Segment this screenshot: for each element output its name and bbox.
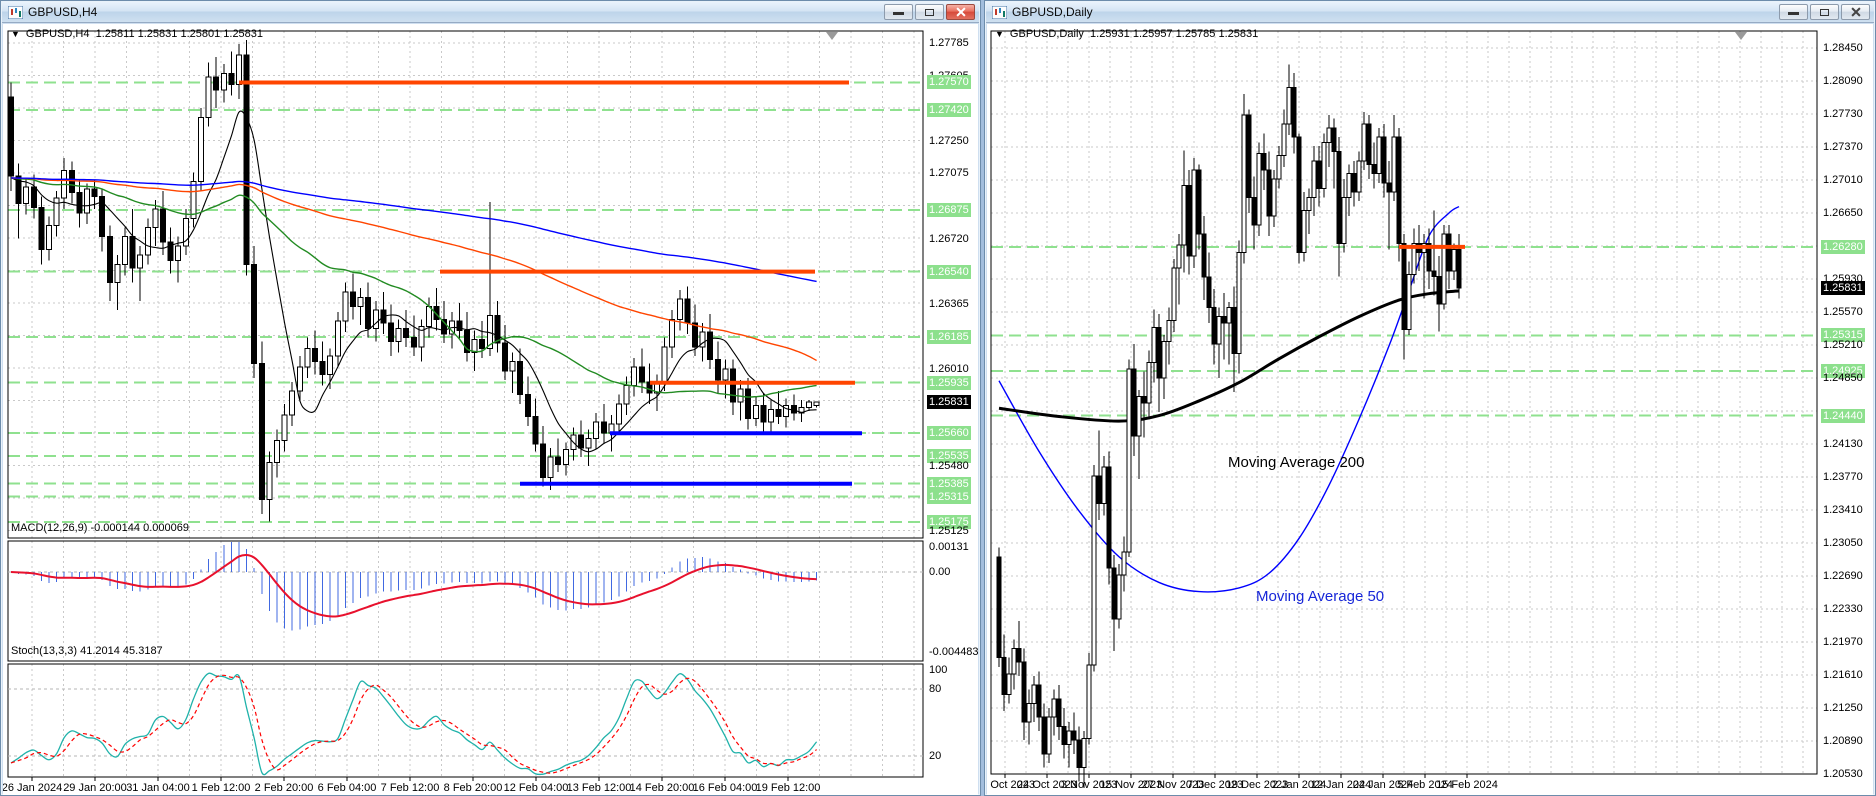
price-axis-label: 20 bbox=[929, 749, 942, 762]
level-price-label: 1.25315 bbox=[927, 489, 971, 504]
price-axis-label: 1.27370 bbox=[1823, 141, 1863, 153]
minimize-button[interactable] bbox=[884, 4, 913, 20]
level-price-label: 1.27420 bbox=[927, 103, 971, 118]
chart-icon bbox=[8, 5, 23, 19]
time-axis-label: 13 Feb 12:00 bbox=[566, 782, 632, 794]
price-axis-label: 1.26010 bbox=[929, 362, 969, 375]
time-axis-label: 29 Jan 20:00 bbox=[63, 782, 127, 794]
daily-chart-canvas[interactable] bbox=[987, 24, 1873, 795]
price-axis-label: 0.00131 bbox=[929, 541, 969, 553]
price-axis-label: 1.22690 bbox=[1823, 570, 1863, 583]
ohlc-header[interactable]: ▼ GBPUSD,Daily 1.25931 1.25957 1.25785 1.… bbox=[995, 28, 1258, 40]
price-axis-label: 100 bbox=[929, 664, 948, 676]
stoch-label: Stoch(13,3,3) 41.2014 45.3187 bbox=[11, 645, 163, 657]
ohlc-values: 1.25811 1.25831 1.25801 1.25831 bbox=[95, 28, 264, 40]
price-axis-label: 1.23410 bbox=[1823, 504, 1863, 517]
level-price-label: 1.26280 bbox=[1821, 239, 1865, 254]
price-axis-label: 1.27075 bbox=[929, 167, 969, 180]
level-price-label: 1.26875 bbox=[927, 203, 971, 218]
price-axis-label: 1.27785 bbox=[929, 37, 969, 49]
price-axis-label: 1.23050 bbox=[1823, 537, 1863, 550]
price-axis-label: 1.27250 bbox=[929, 135, 969, 148]
close-icon bbox=[1842, 5, 1869, 19]
close-icon bbox=[947, 5, 974, 19]
current-price-badge: 1.25831 bbox=[927, 394, 971, 409]
price-axis-label: 1.26650 bbox=[1823, 207, 1863, 219]
ohlc-values: 1.25931 1.25957 1.25785 1.25831 bbox=[1090, 28, 1259, 40]
level-price-label: 1.26185 bbox=[927, 329, 971, 344]
price-axis-label: 1.25570 bbox=[1823, 306, 1863, 318]
time-axis-label: 31 Jan 04:00 bbox=[126, 782, 190, 794]
ohlc-symbol: GBPUSD,H4 bbox=[25, 28, 90, 40]
price-axis-label: 1.24850 bbox=[1823, 372, 1863, 384]
minimize-icon bbox=[1788, 12, 1799, 15]
price-axis-label: 1.26720 bbox=[929, 232, 969, 245]
time-axis-label: 15 Feb 2024 bbox=[1436, 779, 1498, 791]
time-axis-label: 19 Feb 12:00 bbox=[755, 782, 821, 794]
price-axis-label: 1.28090 bbox=[1823, 75, 1863, 87]
price-axis-label: 0.00 bbox=[929, 566, 951, 578]
level-price-label: 1.26540 bbox=[927, 264, 971, 279]
price-axis-label: 1.24130 bbox=[1823, 438, 1863, 450]
level-price-label: 1.25660 bbox=[927, 426, 971, 441]
macd-label: MACD(12,26,9) -0.000144 0.000069 bbox=[11, 522, 189, 534]
window-titlebar[interactable]: GBPUSD,H4 bbox=[2, 2, 979, 23]
price-axis-label: 1.26365 bbox=[929, 297, 969, 310]
symbol-dropdown-icon[interactable]: ▼ bbox=[11, 29, 20, 39]
time-axis-label: 2 Feb 20:00 bbox=[254, 782, 314, 794]
level-price-label: 1.25935 bbox=[927, 375, 971, 390]
level-price-label: 1.24440 bbox=[1821, 408, 1865, 423]
minimize-icon bbox=[893, 12, 904, 15]
ohlc-symbol: GBPUSD,Daily bbox=[1009, 28, 1084, 40]
price-axis-label: 1.25125 bbox=[929, 525, 969, 538]
price-axis-label: 1.27730 bbox=[1823, 108, 1863, 120]
level-price-label: 1.27570 bbox=[927, 75, 971, 90]
time-axis-label: 14 Feb 20:00 bbox=[629, 782, 695, 794]
ma50-annotation: Moving Average 50 bbox=[1256, 588, 1385, 605]
minimize-button[interactable] bbox=[1779, 4, 1808, 20]
chart-icon bbox=[992, 5, 1007, 19]
time-axis-label: 6 Feb 04:00 bbox=[317, 782, 377, 794]
price-axis-label: -0.004483 bbox=[929, 646, 978, 658]
time-axis-label: 26 Jan 2024 bbox=[3, 782, 63, 794]
time-axis-label: 1 Feb 12:00 bbox=[191, 782, 251, 794]
time-axis-label: 8 Feb 20:00 bbox=[443, 782, 503, 794]
price-axis-label: 1.21610 bbox=[1823, 669, 1863, 682]
chart-area-daily[interactable]: ▼ GBPUSD,Daily 1.25931 1.25957 1.25785 1.… bbox=[987, 24, 1873, 795]
time-axis-label: 7 Feb 12:00 bbox=[380, 782, 440, 794]
chart-window-gbpusd-h4[interactable]: GBPUSD,H4 ▼ GBPUSD,H4 1.25811 1.25831 1.2… bbox=[0, 0, 981, 796]
window-title: GBPUSD,H4 bbox=[28, 5, 98, 19]
close-button[interactable] bbox=[1841, 4, 1870, 20]
chart-area-h4[interactable]: ▼ GBPUSD,H4 1.25811 1.25831 1.25801 1.258… bbox=[3, 24, 978, 795]
close-button[interactable] bbox=[946, 4, 975, 20]
price-axis-label: 1.25480 bbox=[929, 460, 969, 473]
price-axis-label: 80 bbox=[929, 683, 942, 696]
ohlc-header[interactable]: ▼ GBPUSD,H4 1.25811 1.25831 1.25801 1.258… bbox=[11, 28, 263, 40]
price-axis-label: 1.23770 bbox=[1823, 471, 1863, 483]
restore-button[interactable] bbox=[915, 4, 944, 20]
window-titlebar[interactable]: GBPUSD,Daily bbox=[986, 2, 1874, 23]
restore-button[interactable] bbox=[1810, 4, 1839, 20]
chart-window-gbpusd-daily[interactable]: GBPUSD,Daily ▼ GBPUSD,Daily 1.25931 1.259… bbox=[984, 0, 1876, 796]
price-axis-label: 1.20530 bbox=[1823, 768, 1863, 781]
price-axis-label: 1.27010 bbox=[1823, 174, 1863, 186]
price-axis-label: 1.20890 bbox=[1823, 735, 1863, 748]
time-axis-label: 12 Feb 04:00 bbox=[503, 782, 569, 794]
window-title: GBPUSD,Daily bbox=[1012, 5, 1093, 19]
time-axis-label: 16 Feb 04:00 bbox=[692, 782, 758, 794]
price-axis-label: 1.28450 bbox=[1823, 42, 1863, 54]
symbol-dropdown-icon[interactable]: ▼ bbox=[995, 29, 1004, 39]
ma200-annotation: Moving Average 200 bbox=[1228, 454, 1365, 471]
price-axis-label: 1.25210 bbox=[1823, 339, 1863, 351]
price-axis-label: 1.21970 bbox=[1823, 636, 1863, 649]
h4-chart-canvas[interactable] bbox=[3, 24, 978, 795]
restore-icon bbox=[925, 9, 934, 16]
restore-icon bbox=[1820, 9, 1829, 16]
price-axis-label: 1.21250 bbox=[1823, 702, 1863, 715]
current-price-badge: 1.25831 bbox=[1821, 281, 1865, 296]
price-axis-label: 1.22330 bbox=[1823, 603, 1863, 616]
